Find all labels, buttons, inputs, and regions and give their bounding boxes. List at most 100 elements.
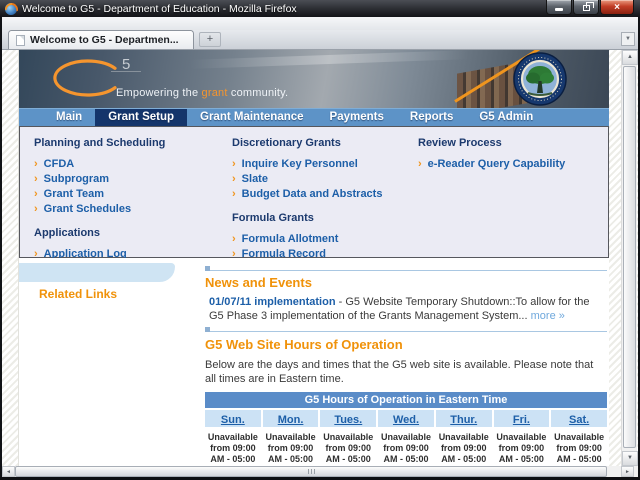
- restore-icon: [582, 2, 594, 11]
- menu-link-grant-team[interactable]: › Grant Team: [34, 187, 218, 202]
- menu-link-label: Grant Schedules: [43, 203, 132, 215]
- menu-heading-discretionary-grants: Discretionary Grants: [232, 137, 341, 149]
- day-header-sun: Sun.: [205, 410, 261, 427]
- menu-link-label: Budget Data and Abstracts: [241, 188, 383, 200]
- new-tab-button[interactable]: +: [199, 32, 221, 47]
- arrow-icon: ›: [232, 233, 236, 245]
- menu-link-label: Slate: [241, 173, 268, 185]
- menu-heading-review-process: Review Process: [418, 137, 502, 149]
- day-header-sat: Sat.: [551, 410, 607, 427]
- menu-link-label: e-Reader Query Capability: [427, 158, 566, 170]
- tagline-pre: Empowering the: [116, 87, 202, 99]
- arrow-icon: ›: [418, 158, 422, 170]
- tagline: Empowering the grant community.: [116, 87, 288, 99]
- menu-link-grant-schedules[interactable]: › Grant Schedules: [34, 202, 218, 217]
- menu-link-slate[interactable]: › Slate: [232, 172, 404, 187]
- menu-link-formula-allotment[interactable]: › Formula Allotment: [232, 232, 404, 247]
- close-button[interactable]: ×: [600, 0, 634, 15]
- menu-link-budget-data-and-abstracts[interactable]: › Budget Data and Abstracts: [232, 187, 404, 202]
- tagline-accent: grant: [201, 87, 228, 99]
- menu-strip: [2, 17, 638, 30]
- hours-of-operation-heading: G5 Web Site Hours of Operation: [205, 337, 403, 352]
- section-divider: [205, 266, 607, 271]
- arrow-icon: ›: [34, 203, 38, 215]
- divider-square-icon: [205, 327, 210, 332]
- minimize-icon: [555, 8, 563, 11]
- page-content: 5 Empowering the grant community. Main G…: [18, 50, 609, 475]
- nav-main[interactable]: Main: [43, 109, 95, 126]
- nav-grant-setup[interactable]: Grant Setup: [95, 109, 188, 126]
- divider-square-icon: [205, 266, 210, 271]
- grant-setup-menu-panel: Planning and Scheduling › CFDA › Subprogra…: [19, 126, 609, 275]
- day-header-mon: Mon.: [262, 410, 319, 427]
- menu-column-2: Discretionary Grants › Inquire Key Person…: [218, 127, 404, 260]
- tab-bar: Welcome to G5 - Departmen... + ▼: [2, 30, 638, 50]
- day-header-thur: Thur.: [435, 410, 492, 427]
- news-item-link[interactable]: 01/07/11 implementation: [209, 296, 336, 308]
- hours-table-caption: G5 Hours of Operation in Eastern Time: [205, 392, 607, 408]
- browser-window: Welcome to G5 - Department of Education …: [0, 0, 640, 480]
- minimize-button[interactable]: [546, 0, 572, 15]
- day-link[interactable]: Tues.: [334, 414, 362, 426]
- menu-link-subprogram[interactable]: › Subprogram: [34, 172, 218, 187]
- vertical-scrollbar-thumb[interactable]: [623, 66, 636, 448]
- main-column: News and Events 01/07/11 implementation …: [205, 258, 607, 475]
- nav-reports[interactable]: Reports: [397, 109, 466, 126]
- arrow-icon: ›: [232, 158, 236, 170]
- site-banner: 5 Empowering the grant community.: [19, 50, 609, 108]
- restore-button[interactable]: [573, 0, 599, 15]
- horizontal-scrollbar[interactable]: ◄ ►: [2, 466, 638, 477]
- arrow-icon: ›: [232, 173, 236, 185]
- close-icon: ×: [614, 1, 620, 13]
- nav-grant-maintenance[interactable]: Grant Maintenance: [187, 109, 317, 126]
- department-of-education-seal-icon: [513, 52, 567, 106]
- nav-g5-admin[interactable]: G5 Admin: [466, 109, 546, 126]
- page-viewport: 5 Empowering the grant community. Main G…: [2, 50, 638, 475]
- menu-column-1: Planning and Scheduling › CFDA › Subprogra…: [20, 127, 218, 275]
- menu-link-e-reader-query-capability[interactable]: › e-Reader Query Capability: [418, 157, 608, 172]
- day-link[interactable]: Fri.: [513, 414, 530, 426]
- day-header-wed: Wed.: [378, 410, 434, 427]
- arrow-icon: ›: [34, 188, 38, 200]
- menu-link-inquire-key-personnel[interactable]: › Inquire Key Personnel: [232, 157, 404, 172]
- day-link[interactable]: Mon.: [278, 414, 304, 426]
- window-titlebar[interactable]: Welcome to G5 - Department of Education …: [0, 0, 640, 17]
- related-links-title: Related Links: [39, 287, 118, 301]
- menu-link-label: Inquire Key Personnel: [241, 158, 358, 170]
- page-icon: [16, 34, 25, 46]
- main-navigation: Main Grant Setup Grant Maintenance Payme…: [19, 108, 609, 126]
- section-divider: [205, 327, 607, 332]
- scrollbar-grip-icon: [310, 469, 312, 474]
- menu-heading-planning-and-scheduling: Planning and Scheduling: [34, 137, 166, 149]
- page-body: Related Links News and Events 01/07/11 i…: [19, 258, 609, 475]
- window-title: Welcome to G5 - Department of Education …: [22, 2, 297, 15]
- nav-payments[interactable]: Payments: [317, 109, 397, 126]
- scroll-down-button[interactable]: ▼: [622, 451, 638, 466]
- day-header-tues: Tues.: [320, 410, 377, 427]
- news-item-separator: -: [335, 296, 346, 308]
- scroll-up-button[interactable]: ▲: [622, 50, 638, 65]
- day-link[interactable]: Thur.: [450, 414, 477, 426]
- day-link[interactable]: Wed.: [393, 414, 419, 426]
- vertical-scrollbar[interactable]: ▲ ▼: [621, 50, 638, 466]
- list-all-tabs-button[interactable]: ▼: [621, 32, 635, 46]
- menu-link-label: CFDA: [43, 158, 75, 170]
- arrow-icon: ›: [34, 173, 38, 185]
- menu-column-3: Review Process › e-Reader Query Capabilit…: [404, 127, 608, 257]
- menu-heading-formula-grants: Formula Grants: [232, 212, 314, 224]
- menu-link-label: Subprogram: [43, 173, 110, 185]
- day-link[interactable]: Sat.: [569, 414, 589, 426]
- menu-link-cfda[interactable]: › CFDA: [34, 157, 218, 172]
- scroll-right-button[interactable]: ►: [621, 466, 634, 477]
- more-link[interactable]: more »: [531, 310, 565, 322]
- window-controls: ×: [545, 0, 634, 15]
- tab-label: Welcome to G5 - Departmen...: [30, 34, 179, 46]
- banner-highlight: [188, 50, 470, 69]
- tab-welcome-to-g5[interactable]: Welcome to G5 - Departmen...: [8, 30, 194, 49]
- arrow-icon: ›: [34, 158, 38, 170]
- day-link[interactable]: Sun.: [221, 414, 245, 426]
- horizontal-scrollbar-thumb[interactable]: [15, 466, 607, 477]
- news-and-events-heading: News and Events: [205, 275, 312, 290]
- hours-intro-text: Below are the days and times that the G5…: [205, 359, 594, 385]
- scroll-left-button[interactable]: ◄: [2, 466, 15, 477]
